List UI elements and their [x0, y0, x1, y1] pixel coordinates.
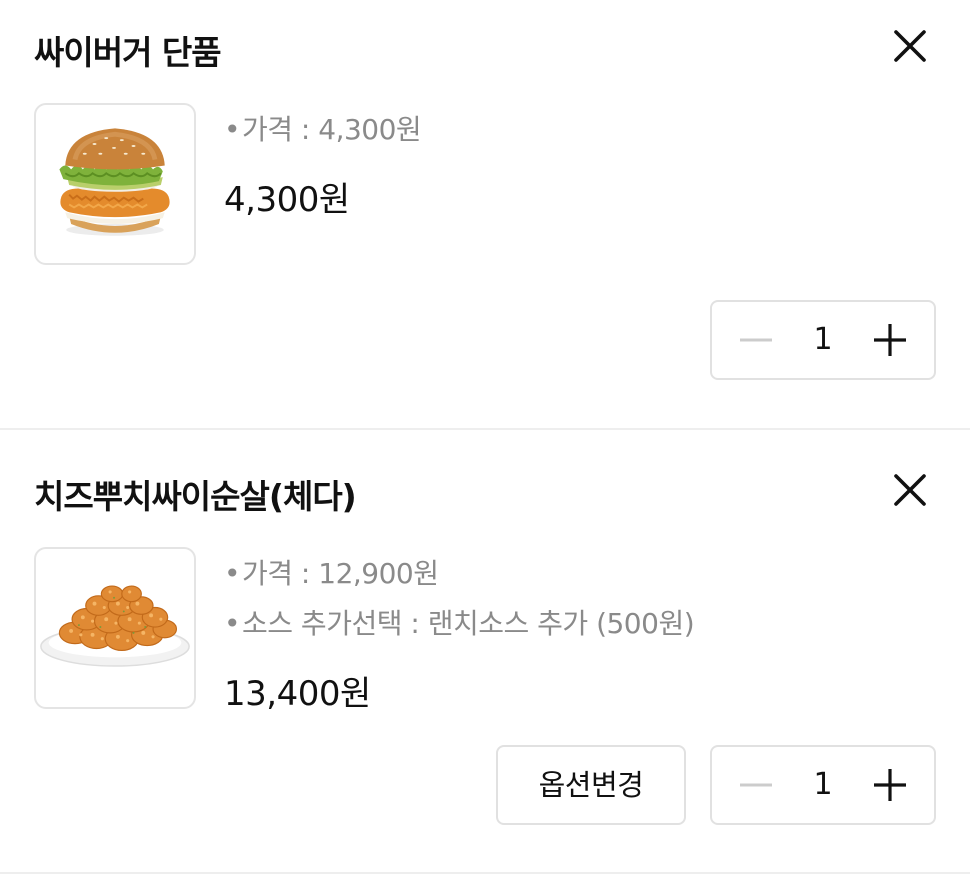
- bullet: •: [224, 557, 241, 590]
- close-icon: [894, 474, 926, 506]
- minus-icon: [740, 338, 772, 342]
- minus-icon: [740, 783, 772, 787]
- remove-item-button[interactable]: [890, 470, 930, 510]
- option-line-price: •가격 : 4,300원: [224, 108, 422, 148]
- option-change-button[interactable]: 옵션변경: [496, 745, 686, 825]
- decrease-quantity-button[interactable]: [716, 747, 796, 823]
- quantity-value: 1: [813, 767, 833, 802]
- item-name: 치즈뿌치싸이순살(체다): [34, 477, 357, 516]
- increase-quantity-button[interactable]: [850, 747, 930, 823]
- plus-icon: [874, 769, 906, 801]
- option-text: 가격 : 12,900원: [242, 557, 439, 590]
- quantity-stepper: 1: [710, 300, 936, 380]
- bullet: •: [224, 607, 241, 640]
- item-image: [34, 103, 196, 265]
- item-total-price: 4,300원: [224, 180, 350, 220]
- cart-item: 치즈뿌치싸이순살(체다) •가격: 12,900원 •소스 추가선택: 랜치…: [0, 430, 970, 872]
- plus-icon: [874, 324, 906, 356]
- fried-chicken-image-icon: [40, 585, 190, 667]
- option-line-price: •가격 : 12,900원: [224, 552, 439, 592]
- decrease-quantity-button[interactable]: [716, 302, 796, 378]
- option-text: 가격 : 4,300원: [242, 113, 422, 146]
- increase-quantity-button[interactable]: [850, 302, 930, 378]
- bullet: •: [224, 113, 241, 146]
- cart-item: 싸이버거 단품 •가격: 4,300원 4,300원 1: [0, 0, 970, 428]
- close-icon: [894, 30, 926, 62]
- item-image: [34, 547, 196, 709]
- item-name: 싸이버거 단품: [34, 33, 222, 72]
- option-text: 소스 추가선택 : 랜치소스 추가 (500원): [242, 607, 695, 640]
- option-line-sauce: •소스 추가선택 : 랜치소스 추가 (500원): [224, 602, 695, 642]
- item-total-price: 13,400원: [224, 674, 371, 714]
- quantity-stepper: 1: [710, 745, 936, 825]
- burger-image-icon: [59, 128, 170, 236]
- remove-item-button[interactable]: [890, 26, 930, 66]
- item-divider: [0, 872, 970, 874]
- quantity-value: 1: [813, 322, 833, 357]
